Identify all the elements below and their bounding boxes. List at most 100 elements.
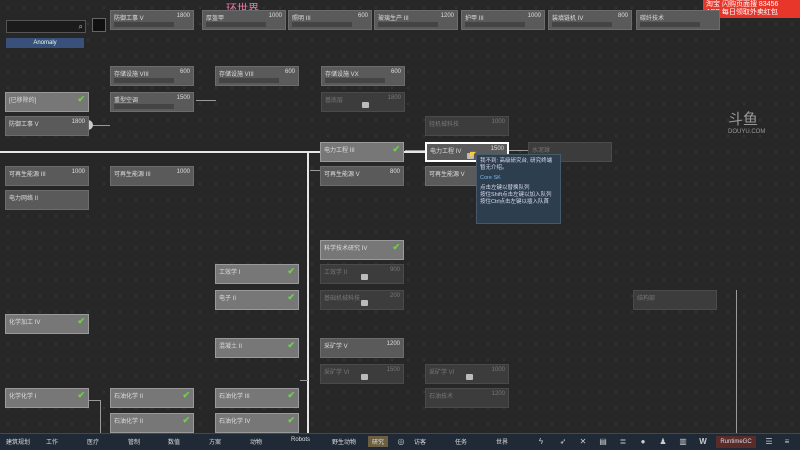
prereq-line [736,290,737,433]
prereq-line [508,150,528,151]
research-node[interactable]: 工效学 II 900 [320,264,404,284]
node-title: 电力工程 III [324,148,355,154]
research-node[interactable]: 采矿学 V 1200 [320,338,404,358]
research-node[interactable]: 防御工事 V 1800 [5,116,89,136]
research-node[interactable]: 重型空调 1500 [110,92,194,112]
tab-architect[interactable]: 建筑规划 [6,437,30,446]
tab-schedule[interactable]: 方案 [209,437,221,446]
research-node[interactable]: 护甲 III 1000 [461,10,545,30]
node-title: 可再生能源 V [429,172,465,178]
search-input[interactable]: ⌕ [6,20,86,33]
settings-icon[interactable]: ≡ [782,437,792,447]
tooltip-hint-3: 按住Ctrl点击左键以插入队首 [480,199,550,205]
character-icon[interactable]: ♟ [658,437,668,447]
tab-visitors[interactable]: 访客 [414,437,426,446]
node-cost: 1000 [491,119,505,125]
node-progress [114,78,174,83]
research-node[interactable]: 石油化学 IV ✔ [215,413,299,433]
w-icon[interactable]: W [698,437,708,447]
runtimegc-button[interactable]: RuntimeGC [716,436,756,448]
tab-world[interactable]: 世界 [496,437,508,446]
node-cost: 1500 [386,367,400,373]
research-node[interactable]: 石油化学 II ✔ [110,413,194,433]
research-node[interactable]: 结构部 [633,290,717,310]
research-node[interactable]: 电子 II ✔ [215,290,299,310]
node-progress [325,78,385,83]
node-cost: 1000 [71,169,85,175]
tab-animals[interactable]: 动物 [250,437,262,446]
tab-wildlife[interactable]: 野生动物 [332,437,356,446]
tab-robots[interactable]: Robots [291,437,310,443]
research-node[interactable]: 装填链机 IV 800 [548,10,632,30]
lock-icon [362,102,369,108]
node-title: 可再生能源 III [114,172,151,178]
research-node[interactable]: 可再生能源 III 1000 [5,166,89,186]
check-icon: ✔ [182,390,190,400]
research-node[interactable]: 石油化学 III ✔ [215,388,299,408]
tab-health[interactable]: 医疗 [87,437,99,446]
prereq-line [196,100,216,101]
rocket-icon[interactable]: ➶ [558,437,568,447]
lock-icon [466,374,473,380]
prereq-line [307,151,309,433]
brush-icon[interactable] [92,18,106,32]
tab-work[interactable]: 工作 [46,437,58,446]
globe-icon[interactable]: ◎ [396,437,406,447]
research-node[interactable]: 电力网络 II [5,190,89,210]
check-icon: ✔ [77,94,85,104]
research-node[interactable]: 玻璃生产 III 1200 [374,10,458,30]
research-node[interactable]: 化学化学 I ✔ [5,388,89,408]
tooltip-requirements: 我不到: 高级研究台, 研究终端 [480,158,553,164]
research-node[interactable]: 科学技术研究 IV ✔ [320,240,404,260]
wrench-icon[interactable]: ✕ [578,437,588,447]
research-node[interactable]: 基底层 1800 [321,92,405,112]
research-node[interactable]: 化学加工 IV ✔ [5,314,89,334]
tab-quests[interactable]: 任务 [455,437,467,446]
prereq-line [300,380,308,381]
research-node[interactable]: 存储设施 VIII 600 [110,66,194,86]
research-node[interactable]: 可再生能源 V 800 [320,166,404,186]
research-node[interactable]: 电力工程 III ✔ [320,142,404,162]
node-title: 工效学 I [219,270,241,276]
research-node[interactable]: [已移除的] ✔ [5,92,89,112]
tab-restrict[interactable]: 管制 [128,437,140,446]
node-cost: 800 [389,169,400,175]
node-cost: 1800 [71,119,85,125]
node-title: 电子 II [219,296,237,302]
chart-icon[interactable]: ▥ [678,437,688,447]
node-title: 护甲 III [465,16,484,22]
check-icon: ✔ [287,340,295,350]
research-node[interactable]: 基础机械科技 200 [320,290,404,310]
research-node[interactable]: 厚盔甲 1000 [202,10,286,30]
node-title: 采矿学 VI [324,370,350,376]
tab-anomaly[interactable]: Anomaly [6,38,84,48]
research-node[interactable]: 石油化学 II ✔ [110,388,194,408]
node-progress [114,104,174,109]
research-node[interactable]: 防御工事 V 1800 [110,10,194,30]
check-icon: ✔ [392,144,400,154]
research-node[interactable]: 照明 III 600 [288,10,372,30]
node-title: 石油化学 III [219,394,250,400]
tab-research[interactable]: 研究 [368,436,389,447]
search-icon: ⌕ [78,22,83,31]
research-node[interactable]: 工效学 I ✔ [215,264,299,284]
research-node[interactable]: 混凝土 II ✔ [215,338,299,358]
menu-icon[interactable]: ☰ [764,437,774,447]
list-icon[interactable]: ≣ [618,437,628,447]
research-node[interactable]: 采矿学 VI 1500 [320,364,404,384]
research-node[interactable]: 采矿学 VI 1000 [425,364,509,384]
research-node[interactable]: 碳纤技术 [636,10,720,30]
research-node[interactable]: 轻机械科技 1000 [425,116,509,136]
book-icon[interactable]: ▤ [598,437,608,447]
bulb-icon[interactable]: ● [638,437,648,447]
research-node[interactable]: 存储设施 VX 600 [321,66,405,86]
tab-numbers[interactable]: 数值 [168,437,180,446]
node-title: 可再生能源 V [324,172,360,178]
lightning-icon[interactable]: ϟ [536,437,546,447]
node-progress [378,22,438,27]
research-node[interactable]: 存储设施 VIII 600 [215,66,299,86]
research-node[interactable]: 可再生能源 III 1000 [110,166,194,186]
node-cost: 1200 [386,341,400,347]
research-node[interactable]: 石油技术 1200 [425,388,509,408]
node-title: 存储设施 VIII [114,72,149,78]
